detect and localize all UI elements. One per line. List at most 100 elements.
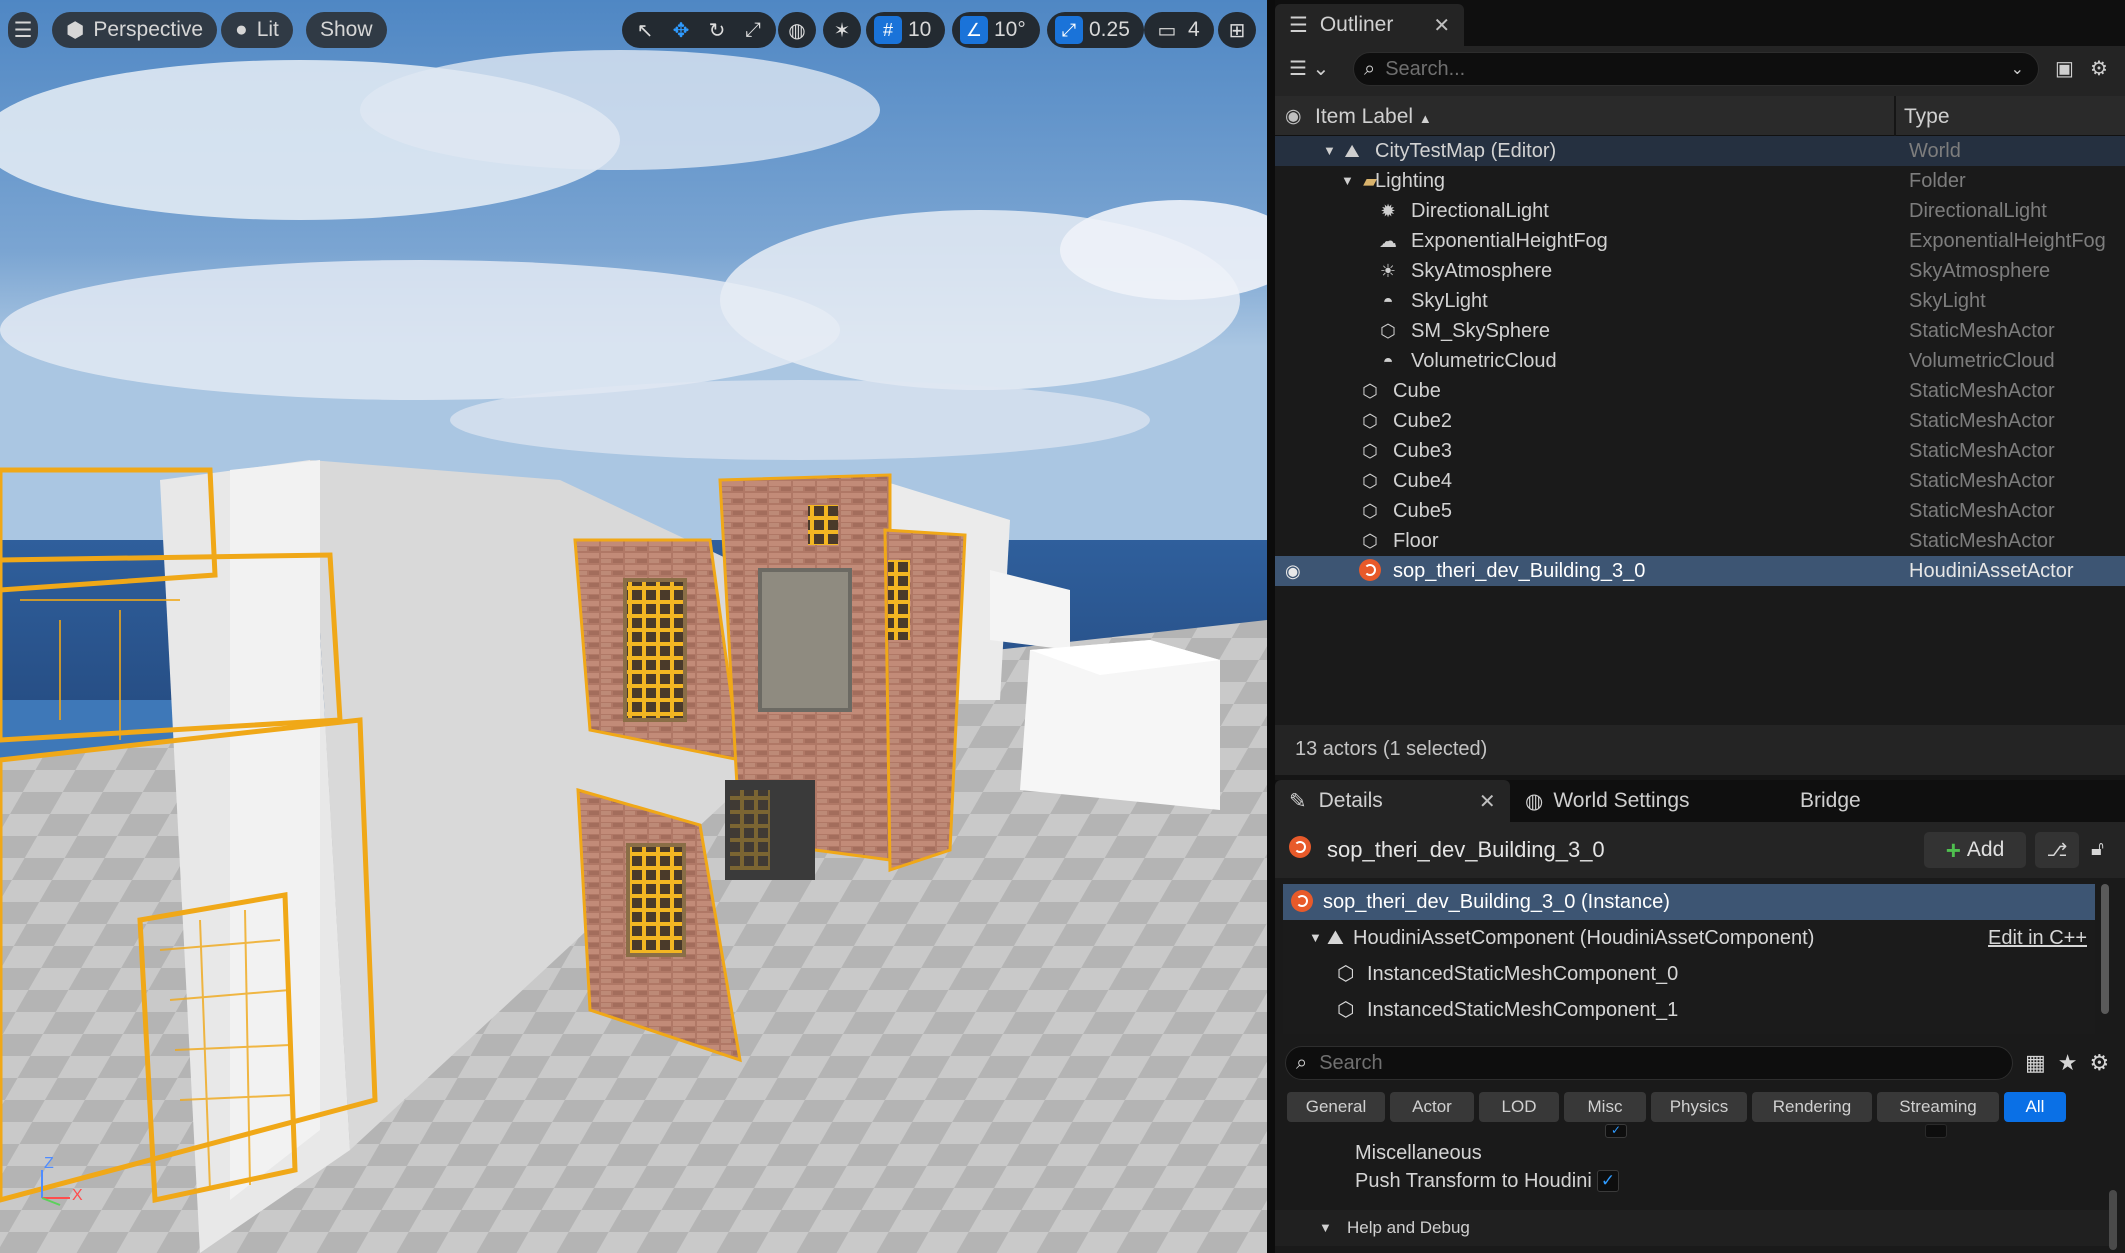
expand-caret-icon[interactable]: ▼ xyxy=(1341,166,1354,196)
rotate-tool-icon[interactable]: ↻ xyxy=(702,15,732,45)
camera-speed-control[interactable]: ▭ 4 xyxy=(1144,12,1214,48)
tree-row-exponential-height-fog[interactable]: ☁ ExponentialHeightFog ExponentialHeight… xyxy=(1275,226,2125,256)
tree-row-type: StaticMeshActor xyxy=(1909,320,2055,342)
selected-actor-name[interactable]: sop_theri_dev_Building_3_0 xyxy=(1327,837,1605,863)
tree-row-cube2[interactable]: ⬡ Cube2 StaticMeshActor xyxy=(1275,406,2125,436)
edit-in-cpp-link[interactable]: Edit in C++ xyxy=(1988,920,2087,956)
column-type[interactable]: Type xyxy=(1904,105,1950,129)
star-icon[interactable]: ★ xyxy=(2058,1050,2090,1075)
outliner-search-input[interactable]: ⌕ Search... ⌄ xyxy=(1353,52,2039,86)
expand-caret-icon[interactable]: ▼ xyxy=(1309,920,1322,956)
table-view-icon[interactable]: ▦ xyxy=(2025,1050,2058,1075)
surface-snap-toggle[interactable]: ✶ xyxy=(823,12,861,48)
filter-icon[interactable]: ☰ ⌄ xyxy=(1289,56,1329,81)
tree-row-folder-lighting[interactable]: ▼ ▰ Lighting Folder xyxy=(1275,166,2125,196)
tree-row-floor[interactable]: ⬡ Floor StaticMeshActor xyxy=(1275,526,2125,556)
outliner-tabbar: ☰ Outliner ✕ xyxy=(1275,0,2125,46)
lighting-mode-button[interactable]: ● Lit xyxy=(221,12,293,48)
push-transform-checkbox[interactable]: ✓ xyxy=(1597,1170,1619,1192)
outliner-footer: 13 actors (1 selected) xyxy=(1275,725,2125,775)
filter-misc[interactable]: Misc xyxy=(1564,1092,1646,1122)
lit-sphere-icon: ● xyxy=(235,18,248,41)
details-search-placeholder: Search xyxy=(1319,1051,1383,1074)
component-scrollbar[interactable] xyxy=(2101,884,2109,1014)
tree-row-type: DirectionalLight xyxy=(1909,200,2047,222)
tree-row-cube5[interactable]: ⬡ Cube5 StaticMeshActor xyxy=(1275,496,2125,526)
partial-checkbox[interactable] xyxy=(1925,1124,1947,1138)
blueprint-button[interactable]: ⎇ xyxy=(2035,832,2079,868)
tree-row-sky-atmosphere[interactable]: ☀ SkyAtmosphere SkyAtmosphere xyxy=(1275,256,2125,286)
filter-streaming[interactable]: Streaming xyxy=(1877,1092,1999,1122)
tab-details[interactable]: ✎ Details ✕ xyxy=(1275,780,1510,822)
tree-row-label: DirectionalLight xyxy=(1411,200,1549,222)
close-icon[interactable]: ✕ xyxy=(1433,13,1450,38)
gear-icon[interactable]: ⚙ xyxy=(2090,56,2108,81)
show-button[interactable]: Show xyxy=(306,12,387,48)
scale-tool-icon[interactable]: ⤢ xyxy=(738,15,768,45)
angle-snap-icon: ∠ xyxy=(960,16,988,44)
details-scrollbar[interactable] xyxy=(2109,1190,2117,1250)
filter-lod[interactable]: LOD xyxy=(1479,1092,1559,1122)
close-icon[interactable]: ✕ xyxy=(1479,789,1496,814)
property-filter-bar: General Actor LOD Misc Physics Rendering… xyxy=(1287,1092,2066,1122)
chevron-down-icon[interactable]: ⌄ xyxy=(2011,59,2024,79)
filter-physics[interactable]: Physics xyxy=(1651,1092,1747,1122)
details-panel: ✎ Details ✕ ◍ World Settings Bridge sop_… xyxy=(1275,780,2125,1253)
filter-all[interactable]: All xyxy=(2004,1092,2066,1122)
camera-speed-value[interactable]: 4 xyxy=(1188,18,1206,42)
tree-row-type: SkyLight xyxy=(1909,290,1986,312)
column-item-label[interactable]: Item Label ▲ xyxy=(1315,105,1432,129)
translate-tool-icon[interactable]: ✥ xyxy=(666,15,696,45)
component-row-instance[interactable]: sop_theri_dev_Building_3_0 (Instance) xyxy=(1283,884,2095,920)
grid-snap-value[interactable]: 10 xyxy=(908,18,937,42)
visibility-eye-icon[interactable]: ◉ xyxy=(1285,556,1301,586)
select-tool-icon[interactable]: ↖ xyxy=(630,15,660,45)
viewport-scene[interactable]: Z X xyxy=(0,0,1267,1253)
filter-actor[interactable]: Actor xyxy=(1390,1092,1474,1122)
help-debug-section[interactable]: ▼ Help and Debug xyxy=(1275,1210,2110,1246)
fog-icon: ☁ xyxy=(1379,231,1397,251)
tree-row-directional-light[interactable]: ✹ DirectionalLight DirectionalLight xyxy=(1275,196,2125,226)
rotation-snap-control[interactable]: ∠ 10° xyxy=(952,12,1040,48)
add-component-button[interactable]: + Add xyxy=(1924,832,2026,868)
new-folder-icon[interactable]: ▣ xyxy=(2055,56,2074,81)
gear-icon[interactable]: ⚙ xyxy=(2090,1050,2122,1075)
expand-caret-icon[interactable]: ▼ xyxy=(1323,136,1336,166)
partial-checkbox[interactable]: ✓ xyxy=(1605,1124,1627,1138)
lock-icon[interactable]: 🔓︎ xyxy=(2091,838,2104,861)
tree-row-sm-skysphere[interactable]: ⬡ SM_SkySphere StaticMeshActor xyxy=(1275,316,2125,346)
details-search-input[interactable]: ⌕ Search xyxy=(1285,1046,2013,1080)
tree-row-houdini-actor[interactable]: ◉ sop_theri_dev_Building_3_0 HoudiniAsse… xyxy=(1275,556,2125,586)
component-row-ism-0[interactable]: ⬡ InstancedStaticMeshComponent_0 xyxy=(1283,956,2095,992)
filter-general[interactable]: General xyxy=(1287,1092,1385,1122)
component-label: InstancedStaticMeshComponent_1 xyxy=(1367,999,1679,1021)
tree-row-world[interactable]: ▼ ⛰ CityTestMap (Editor) World xyxy=(1275,136,2125,166)
level-viewport[interactable]: Z X ☰ ⬢ Perspective ● Lit Show ↖ ✥ ↻ ⤢ ◍… xyxy=(0,0,1267,1253)
scale-snap-value[interactable]: 0.25 xyxy=(1089,18,1136,42)
scale-snap-control[interactable]: ⤢ 0.25 xyxy=(1047,12,1144,48)
viewport-layout-button[interactable]: ⊞ xyxy=(1218,12,1256,48)
component-row-ism-1[interactable]: ⬡ InstancedStaticMeshComponent_1 xyxy=(1283,992,2095,1028)
visibility-eye-icon[interactable]: ◉ xyxy=(1285,105,1302,128)
rotation-snap-value[interactable]: 10° xyxy=(994,18,1032,42)
bridge-tab-label: Bridge xyxy=(1800,789,1861,812)
tree-row-cube4[interactable]: ⬡ Cube4 StaticMeshActor xyxy=(1275,466,2125,496)
houdini-icon xyxy=(1357,556,1383,586)
tree-row-volumetric-cloud[interactable]: ◓ VolumetricCloud VolumetricCloud xyxy=(1275,346,2125,376)
layout-grid-icon: ⊞ xyxy=(1228,19,1246,42)
panel-divider[interactable] xyxy=(1267,0,1275,1253)
tree-row-type: StaticMeshActor xyxy=(1909,530,2055,552)
world-space-toggle[interactable]: ◍ xyxy=(778,12,816,48)
tree-row-cube3[interactable]: ⬡ Cube3 StaticMeshActor xyxy=(1275,436,2125,466)
grid-snap-control[interactable]: # 10 xyxy=(866,12,946,48)
tree-row-cube[interactable]: ⬡ Cube StaticMeshActor xyxy=(1275,376,2125,406)
filter-rendering[interactable]: Rendering xyxy=(1752,1092,1872,1122)
tab-bridge[interactable]: Bridge xyxy=(1800,780,1861,822)
column-separator[interactable] xyxy=(1894,96,1896,136)
view-mode-button[interactable]: ⬢ Perspective xyxy=(52,12,218,48)
tree-row-sky-light[interactable]: ◓ SkyLight SkyLight xyxy=(1275,286,2125,316)
hamburger-menu-button[interactable]: ☰ xyxy=(8,12,38,48)
tab-world-settings[interactable]: ◍ World Settings xyxy=(1525,780,1690,822)
component-row-houdini-asset[interactable]: ▼ ⛰ HoudiniAssetComponent (HoudiniAssetC… xyxy=(1283,920,2095,956)
tab-outliner[interactable]: ☰ Outliner ✕ xyxy=(1275,4,1465,46)
